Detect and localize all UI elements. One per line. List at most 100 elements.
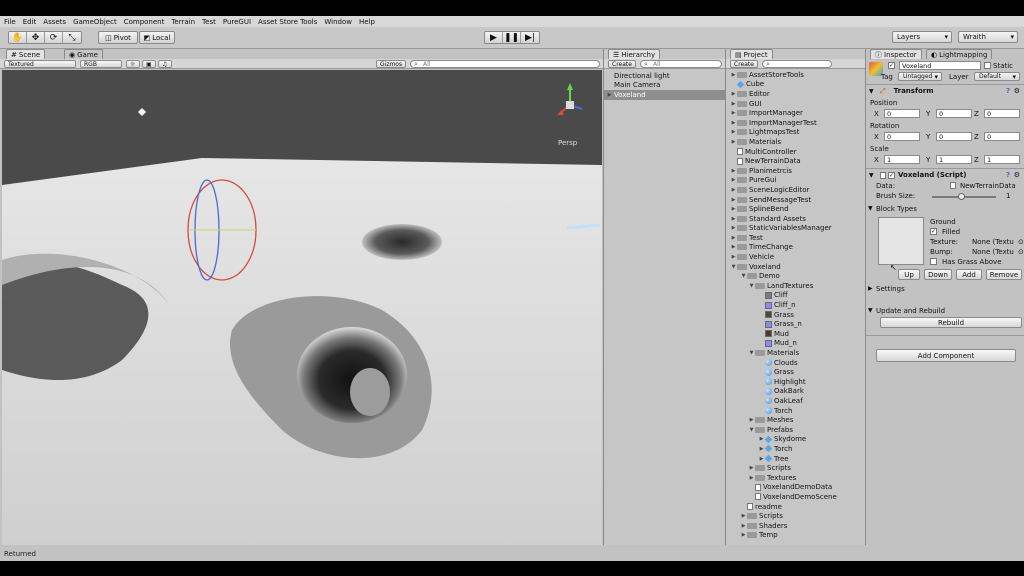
hierarchy-item[interactable]: ▶ Voxeland <box>604 90 725 100</box>
hierarchy-item[interactable]: Main Camera <box>604 81 725 91</box>
menu-item[interactable]: Asset Store Tools <box>258 18 317 26</box>
brush-size-value[interactable]: 1 <box>1006 192 1010 200</box>
block-up-button[interactable]: Up <box>898 269 920 280</box>
expand-arrow-icon[interactable]: ▶ <box>748 417 755 423</box>
project-item[interactable]: Grass <box>726 367 865 377</box>
position-field[interactable]: 0 <box>936 109 972 118</box>
rotation-field[interactable]: 0 <box>884 132 920 141</box>
pivot-toggle[interactable]: ◫ Pivot <box>98 31 138 44</box>
script-header[interactable]: ▼ ✓ Voxeland (Script) ? ⚙ <box>866 169 1024 181</box>
settings-label[interactable]: Settings <box>876 285 905 293</box>
expand-arrow-icon[interactable]: ▼ <box>748 283 755 289</box>
has-grass-checkbox[interactable] <box>930 258 937 265</box>
audio-toggle-icon[interactable]: ♫ <box>158 60 172 68</box>
texture-value[interactable]: None (Textu <box>972 238 1018 246</box>
expand-arrow-icon[interactable]: ▶ <box>740 532 747 538</box>
rotate-tool-icon[interactable]: ⟳ <box>45 32 63 43</box>
project-item[interactable]: ▼ Demo <box>726 271 865 281</box>
tab-lightmapping[interactable]: ◐ Lightmapping <box>926 49 993 59</box>
scene-search-input[interactable]: All <box>410 60 600 69</box>
tab-inspector[interactable]: ⓘ Inspector <box>870 49 922 59</box>
project-item[interactable]: ▶ ImportManager <box>726 108 865 118</box>
hierarchy-create-button[interactable]: Create <box>608 60 636 68</box>
local-toggle[interactable]: ◩ Local <box>139 31 175 44</box>
project-item[interactable]: Cliff <box>726 291 865 301</box>
menu-item[interactable]: Terrain <box>171 18 195 26</box>
expand-arrow-icon[interactable]: ▶ <box>730 177 737 183</box>
persp-label[interactable]: Persp <box>558 139 578 147</box>
scene-viewport[interactable]: Persp <box>2 70 602 548</box>
update-rebuild-label[interactable]: Update and Rebuild <box>876 307 945 315</box>
expand-arrow-icon[interactable]: ▶ <box>730 235 737 241</box>
expand-arrow-icon[interactable]: ▶ <box>730 216 737 222</box>
rotation-field[interactable]: 0 <box>984 132 1020 141</box>
scale-field[interactable]: 1 <box>936 155 972 164</box>
expand-arrow-icon[interactable]: ▶ <box>730 168 737 174</box>
hand-tool-icon[interactable]: ✋ <box>9 32 27 43</box>
expand-arrow-icon[interactable]: ▶ <box>730 187 737 193</box>
help-icon[interactable]: ? <box>1006 171 1010 179</box>
menu-item[interactable]: PureGUI <box>223 18 251 26</box>
play-icon[interactable]: ▶ <box>485 32 503 43</box>
project-item[interactable]: ▶ Meshes <box>726 415 865 425</box>
bump-picker-icon[interactable]: ⊙ <box>1018 248 1024 256</box>
expand-arrow-icon[interactable]: ▶ <box>740 513 747 519</box>
scale-field[interactable]: 1 <box>984 155 1020 164</box>
project-item[interactable]: ▶ Materials <box>726 137 865 147</box>
texture-picker-icon[interactable]: ⊙ <box>1018 238 1024 246</box>
expand-arrow-icon[interactable]: ▶ <box>730 139 737 145</box>
expand-arrow-icon[interactable]: ▶ <box>730 129 737 135</box>
project-item[interactable]: ▶ Temp <box>726 531 865 541</box>
project-item[interactable]: ▼ Voxeland <box>726 262 865 272</box>
expand-arrow-icon[interactable]: ▶ <box>758 446 765 452</box>
tab-hierarchy[interactable]: ☰ Hierarchy <box>608 49 661 59</box>
project-item[interactable]: Mud <box>726 329 865 339</box>
expand-arrow-icon[interactable]: ▼ <box>730 264 737 270</box>
expand-arrow-icon[interactable]: ▶ <box>730 225 737 231</box>
project-item[interactable]: Highlight <box>726 377 865 387</box>
expand-arrow-icon[interactable]: ▶ <box>748 475 755 481</box>
project-item[interactable]: Cliff_n <box>726 300 865 310</box>
expand-arrow-icon[interactable]: ▶ <box>730 206 737 212</box>
project-item[interactable]: ▶ LightmapsTest <box>726 128 865 138</box>
project-item[interactable]: ▶ TimeChange <box>726 243 865 253</box>
project-item[interactable]: ▶ Standard Assets <box>726 214 865 224</box>
project-item[interactable]: ▶ Editor <box>726 89 865 99</box>
menu-item[interactable]: Test <box>202 18 216 26</box>
tab-game[interactable]: ◉ Game <box>64 49 103 59</box>
image-toggle-icon[interactable]: ▣ <box>142 60 156 68</box>
settings-gear-icon[interactable]: ⚙ <box>1014 171 1020 179</box>
project-item[interactable]: Cube <box>726 80 865 90</box>
layer-dropdown[interactable]: Default <box>974 72 1020 81</box>
help-icon[interactable]: ? <box>1006 87 1010 95</box>
expand-arrow-icon[interactable]: ▼ <box>740 273 747 279</box>
expand-arrow-icon[interactable]: ▶ <box>606 92 613 98</box>
project-item[interactable]: Torch <box>726 406 865 416</box>
object-name-field[interactable]: Voxeland <box>899 61 981 70</box>
project-item[interactable]: Clouds <box>726 358 865 368</box>
expand-arrow-icon[interactable]: ▼ <box>748 350 755 356</box>
expand-arrow-icon[interactable]: ▶ <box>730 244 737 250</box>
project-item[interactable]: ▶ SceneLogicEditor <box>726 185 865 195</box>
project-item[interactable]: ▶ ImportManagerTest <box>726 118 865 128</box>
expand-arrow-icon[interactable]: ▶ <box>730 120 737 126</box>
move-tool-icon[interactable]: ✥ <box>27 32 45 43</box>
expand-arrow-icon[interactable]: ▶ <box>730 110 737 116</box>
project-item[interactable]: ▶ Planimetrcis <box>726 166 865 176</box>
project-item[interactable]: ▶ Tree <box>726 454 865 464</box>
project-item[interactable]: ▶ StaticVariablesManager <box>726 224 865 234</box>
menu-item[interactable]: Help <box>359 18 375 26</box>
project-item[interactable]: ▶ Shaders <box>726 521 865 531</box>
data-value[interactable]: NewTerrainData <box>960 182 1022 190</box>
block-remove-button[interactable]: Remove <box>986 269 1022 280</box>
project-item[interactable]: ▶ SendMessageTest <box>726 195 865 205</box>
static-checkbox[interactable] <box>984 62 991 69</box>
project-item[interactable]: OakBark <box>726 387 865 397</box>
project-item[interactable]: ▶ GUI <box>726 99 865 109</box>
hierarchy-search-input[interactable]: All <box>640 60 722 69</box>
lighting-toggle-icon[interactable]: ☼ <box>126 60 140 68</box>
brush-slider[interactable] <box>932 193 996 200</box>
expand-arrow-icon[interactable]: ▼ <box>748 427 755 433</box>
project-item[interactable]: ▶ Skydome <box>726 435 865 445</box>
color-mode-dropdown[interactable]: RGB <box>80 60 122 68</box>
